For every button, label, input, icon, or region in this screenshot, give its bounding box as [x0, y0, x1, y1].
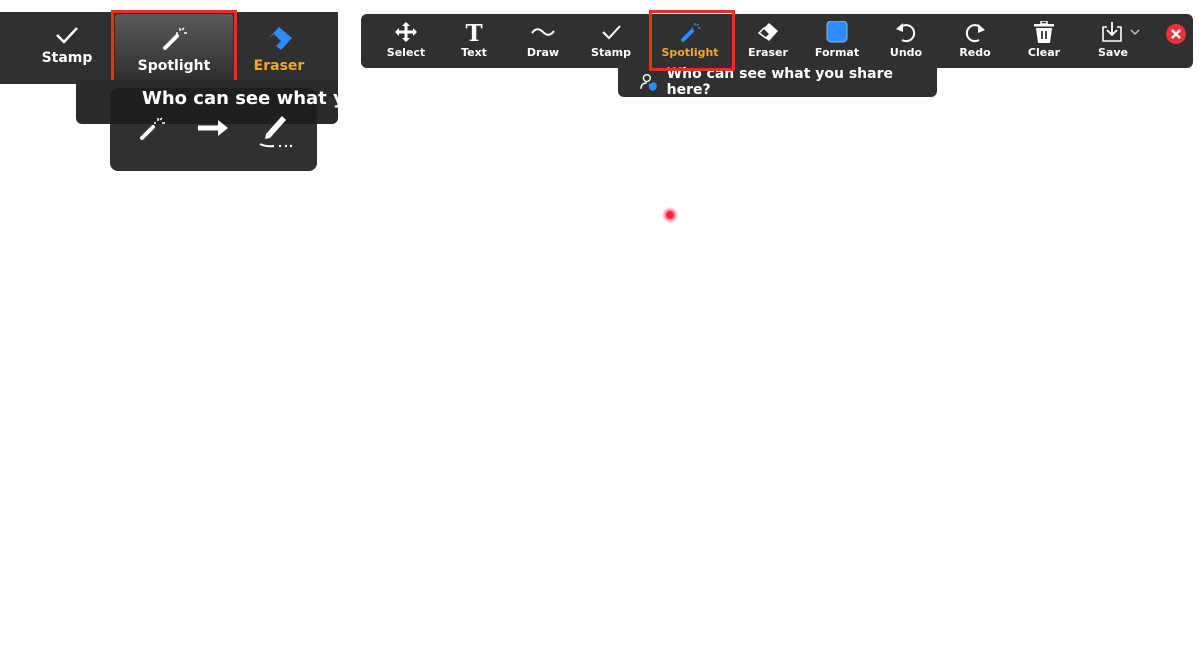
- tool-text[interactable]: T Text: [441, 14, 507, 68]
- redo-icon: [965, 24, 985, 43]
- tool-undo[interactable]: Undo: [873, 14, 939, 68]
- inset-tool-eraser[interactable]: Eraser: [244, 24, 314, 74]
- move-icon: [395, 22, 417, 42]
- close-icon[interactable]: [1166, 24, 1186, 44]
- save-icon: [1102, 22, 1122, 42]
- inset-tooltip: Who can see what yo: [76, 80, 357, 124]
- chevron-down-icon[interactable]: [1130, 28, 1140, 36]
- text-icon: T: [465, 21, 482, 43]
- tool-save[interactable]: Save: [1080, 14, 1146, 68]
- tool-stamp[interactable]: Stamp: [578, 14, 644, 68]
- tool-eraser[interactable]: Eraser: [735, 14, 801, 68]
- checkmark-icon: [602, 25, 621, 40]
- color-square-icon: [826, 21, 848, 43]
- tool-format[interactable]: Format: [804, 14, 870, 68]
- tool-select[interactable]: Select: [373, 14, 439, 68]
- user-shield-icon: [640, 73, 657, 91]
- spotlight-highlight-box: [649, 10, 735, 71]
- svg-text:T: T: [465, 21, 482, 43]
- trash-icon: [1034, 21, 1054, 43]
- tool-redo[interactable]: Redo: [942, 14, 1008, 68]
- spotlight-pointer: [662, 207, 678, 223]
- eraser-icon: [268, 27, 292, 50]
- squiggle-icon: [531, 28, 555, 36]
- undo-icon: [896, 23, 916, 43]
- inset-highlight-box: [111, 10, 237, 86]
- checkmark-icon: [56, 27, 78, 44]
- inset-tool-stamp[interactable]: Stamp: [30, 24, 104, 66]
- tool-draw[interactable]: Draw: [510, 14, 576, 68]
- inset-tooltip-text: Who can see what yo: [142, 88, 358, 109]
- tool-clear[interactable]: Clear: [1011, 14, 1077, 68]
- eraser-icon: [757, 23, 778, 41]
